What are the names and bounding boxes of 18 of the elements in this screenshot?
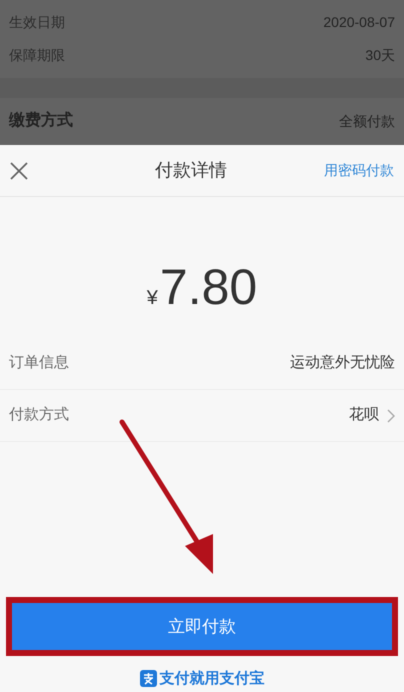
close-icon[interactable] — [10, 162, 28, 180]
field-value: 30天 — [365, 46, 395, 65]
pay-now-button[interactable]: 立即付款 — [12, 603, 392, 650]
field-label: 生效日期 — [9, 13, 65, 32]
amount: 7.80 — [160, 262, 258, 312]
row-label: 订单信息 — [9, 353, 69, 374]
currency-symbol: ¥ — [146, 286, 158, 311]
field-value: 2020-08-07 — [323, 13, 395, 32]
section-value: 全额付款 — [339, 112, 395, 130]
alipay-logo-icon — [140, 670, 156, 688]
row-label: 付款方式 — [9, 405, 69, 426]
row-value: 运动意外无忧险 — [290, 353, 395, 374]
field-label: 保障期限 — [9, 46, 65, 65]
alipay-slogan: 支付就用支付宝 — [160, 668, 264, 688]
password-pay-link[interactable]: 用密码付款 — [324, 160, 394, 181]
row-value: 花呗 — [349, 405, 379, 426]
section-label: 缴费方式 — [9, 110, 73, 131]
sheet-title: 付款详情 — [155, 159, 227, 182]
